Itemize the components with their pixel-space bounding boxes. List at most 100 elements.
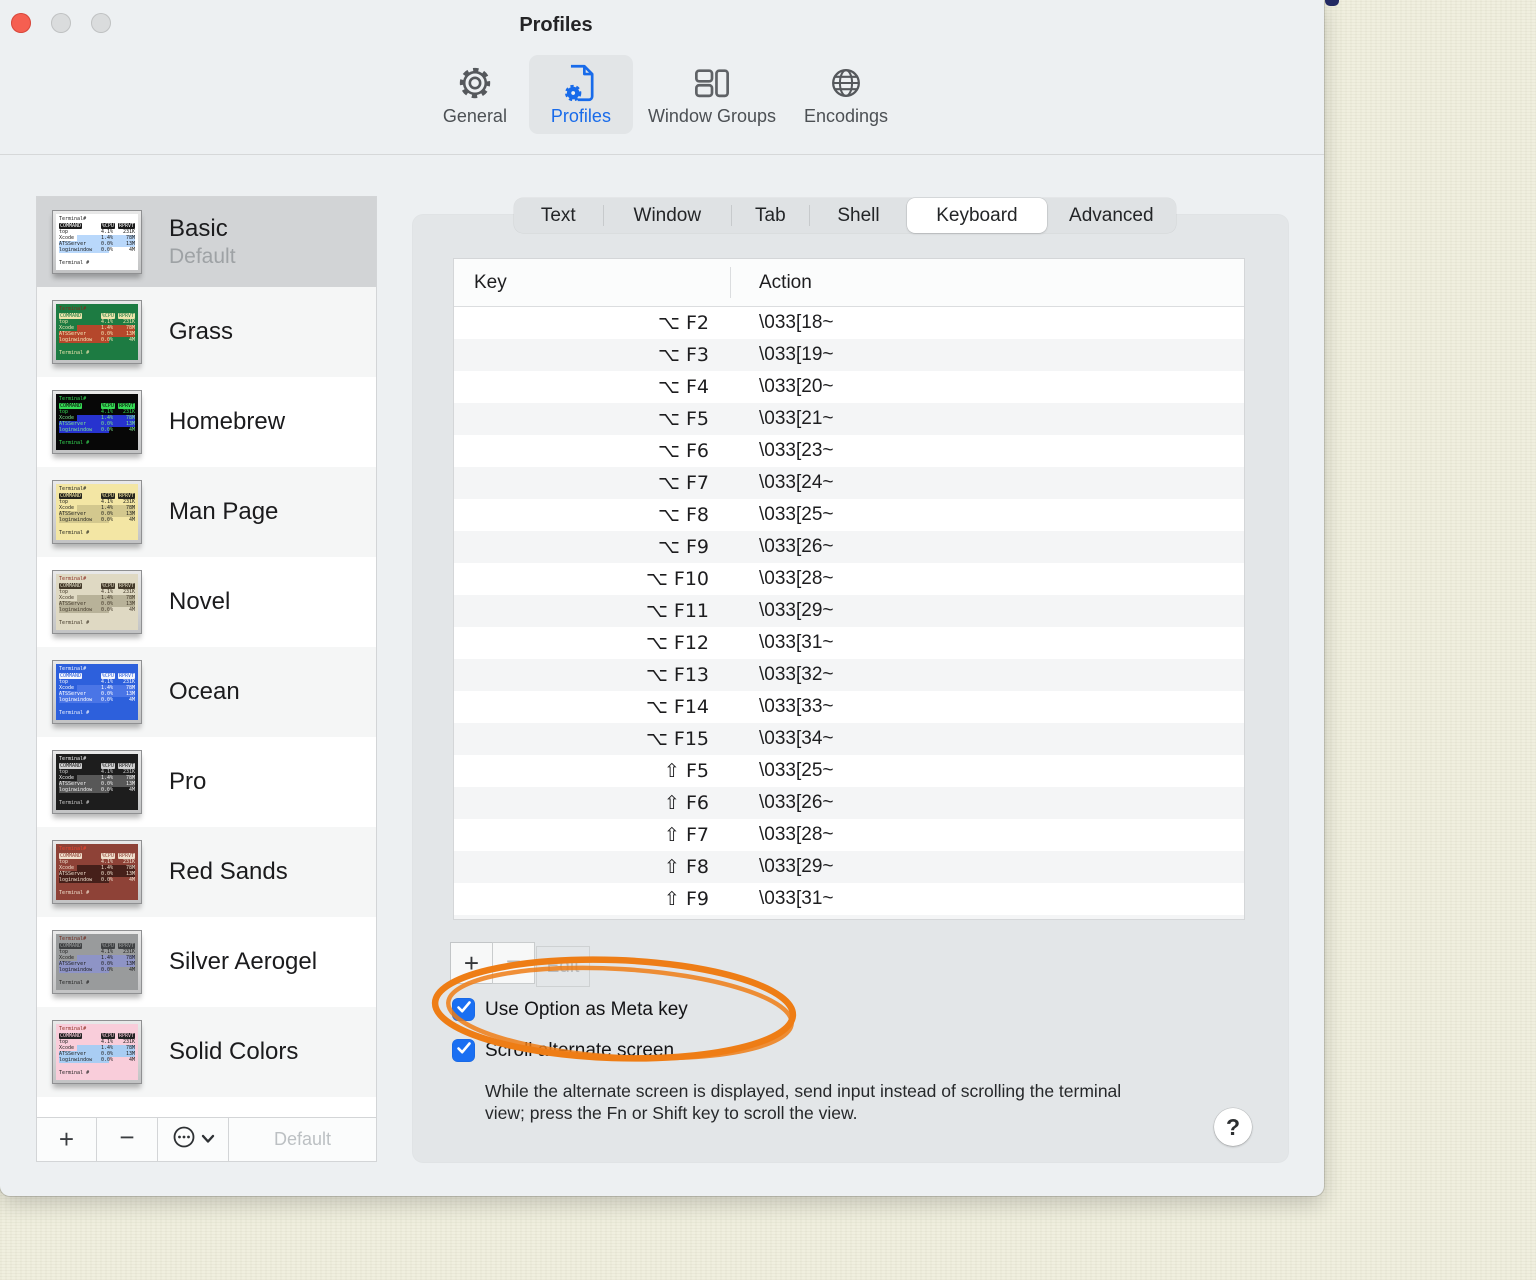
profile-document-icon <box>564 63 598 103</box>
profile-thumbnail: Terminal# COMMAND %CPU RPRVT top 4.1% 231K Xcod… <box>52 390 142 454</box>
profile-list: Terminal# COMMAND %CPU RPRVT top 4.1% 231K Xcod… <box>37 197 376 1117</box>
toolbar-item-profiles[interactable]: Profiles <box>528 55 633 134</box>
key-table-row[interactable]: ⌥ F5 \033[21~ <box>454 403 1244 435</box>
profile-name: Red Sands <box>169 858 288 885</box>
profile-row-ocean[interactable]: Terminal# COMMAND %CPU RPRVT top 4.1% 231K Xcod… <box>37 647 376 737</box>
column-header-action[interactable]: Action <box>759 272 812 294</box>
key-cell: ⇧ F8 <box>664 856 709 878</box>
profile-row-red-sands[interactable]: Terminal# COMMAND %CPU RPRVT top 4.1% 231K Xcod… <box>37 827 376 917</box>
action-cell: \033[18~ <box>759 312 834 333</box>
edit-key-button[interactable]: Edit <box>536 946 590 987</box>
key-table-row[interactable]: ⌥ F6 \033[23~ <box>454 435 1244 467</box>
gear-icon <box>457 63 493 103</box>
key-cell: ⌥ F14 <box>645 696 709 718</box>
key-cell: ⌥ F11 <box>645 600 709 622</box>
column-header-key[interactable]: Key <box>454 272 507 294</box>
checkbox-label: Use Option as Meta key <box>485 998 688 1020</box>
action-cell: \033[25~ <box>759 504 834 525</box>
globe-icon <box>828 63 864 103</box>
column-divider[interactable] <box>730 267 731 298</box>
tab-window[interactable]: Window <box>604 198 731 233</box>
keyboard-settings-panel: Key Action ⌥ F2 \033[18~ ⌥ F3 \033[19~ ⌥ F4 \… <box>413 215 1288 1162</box>
help-button[interactable]: ? <box>1214 1108 1252 1146</box>
profile-name: Solid Colors <box>169 1038 299 1065</box>
profile-name: Ocean <box>169 678 240 705</box>
profile-row-silver-aerogel[interactable]: Terminal# COMMAND %CPU RPRVT top 4.1% 231K Xcod… <box>37 917 376 1007</box>
remove-key-button[interactable]: − <box>492 942 535 984</box>
scroll-alternate-help-text: While the alternate screen is displayed,… <box>485 1081 1122 1123</box>
tab-keyboard[interactable]: Keyboard <box>907 198 1047 233</box>
key-table-row[interactable]: ⇧ F7 \033[28~ <box>454 819 1244 851</box>
profile-thumbnail: Terminal# COMMAND %CPU RPRVT top 4.1% 231K Xcod… <box>52 570 142 634</box>
tab-shell[interactable]: Shell <box>810 198 908 233</box>
key-table-row[interactable]: ⌥ F14 \033[33~ <box>454 691 1244 723</box>
profile-row-solid-colors[interactable]: Terminal# COMMAND %CPU RPRVT top 4.1% 231K Xcod… <box>37 1007 376 1097</box>
key-table-row[interactable]: ⇧ F9 \033[31~ <box>454 883 1244 915</box>
toolbar-item-window-groups[interactable]: Window Groups <box>635 55 789 134</box>
action-cell: \033[23~ <box>759 440 834 461</box>
key-table-row[interactable]: ⌥ F15 \033[34~ <box>454 723 1244 755</box>
action-cell: \033[24~ <box>759 472 834 493</box>
tab-text[interactable]: Text <box>514 198 603 233</box>
key-table-row[interactable]: ⌥ F8 \033[25~ <box>454 499 1244 531</box>
default-button[interactable]: Default <box>229 1118 376 1161</box>
key-table-row[interactable]: ⌥ F7 \033[24~ <box>454 467 1244 499</box>
profile-name: Pro <box>169 768 207 795</box>
key-table-row[interactable]: ⇧ F8 \033[29~ <box>454 851 1244 883</box>
add-profile-button[interactable]: + <box>37 1118 97 1161</box>
key-table-row[interactable]: ⌥ F9 \033[26~ <box>454 531 1244 563</box>
profile-thumbnail: Terminal# COMMAND %CPU RPRVT top 4.1% 231K Xcod… <box>52 930 142 994</box>
checkbox-scroll-alternate-screen[interactable]: Scroll alternate screen <box>452 1039 674 1062</box>
key-cell: ⌥ F3 <box>658 344 709 366</box>
profiles-sidebar: Terminal# COMMAND %CPU RPRVT top 4.1% 231K Xcod… <box>36 196 377 1162</box>
profile-row-homebrew[interactable]: Terminal# COMMAND %CPU RPRVT top 4.1% 231K Xcod… <box>37 377 376 467</box>
profile-thumbnail: Terminal# COMMAND %CPU RPRVT top 4.1% 231K Xcod… <box>52 660 142 724</box>
toolbar-item-encodings[interactable]: Encodings <box>791 55 901 134</box>
sidebar-footer-bar: + − Default <box>37 1117 376 1161</box>
profile-row-basic[interactable]: Terminal# COMMAND %CPU RPRVT top 4.1% 231K Xcod… <box>37 197 376 287</box>
checkbox-box[interactable] <box>452 1039 475 1062</box>
key-table-row[interactable]: ⇧ F6 \033[26~ <box>454 787 1244 819</box>
key-cell: ⌥ F15 <box>645 728 709 750</box>
checkbox-use-option-as-meta-key[interactable]: Use Option as Meta key <box>452 998 688 1021</box>
key-cell: ⌥ F2 <box>658 312 709 334</box>
profile-row-grass[interactable]: Terminal# COMMAND %CPU RPRVT top 4.1% 231K Xcod… <box>37 287 376 377</box>
window-title: Profiles <box>519 14 593 36</box>
key-cell: ⇧ F5 <box>664 760 709 782</box>
window-groups-icon <box>693 63 731 103</box>
key-table-row[interactable]: ⌥ F2 \033[18~ <box>454 307 1244 339</box>
add-key-button[interactable]: + <box>450 942 493 984</box>
key-mapping-table: Key Action ⌥ F2 \033[18~ ⌥ F3 \033[19~ ⌥ F4 \… <box>453 258 1245 920</box>
action-cell: \033[32~ <box>759 664 834 685</box>
key-cell: ⌥ F13 <box>645 664 709 686</box>
profile-name: Man Page <box>169 498 279 525</box>
toolbar-item-label: Profiles <box>550 106 611 126</box>
action-cell: \033[29~ <box>759 600 834 621</box>
desktop-background: { "window": { "title": "Profiles" }, "to… <box>0 0 1536 1280</box>
checkbox-box[interactable] <box>452 998 475 1021</box>
profile-name: Basic <box>169 215 228 242</box>
profile-row-novel[interactable]: Terminal# COMMAND %CPU RPRVT top 4.1% 231K Xcod… <box>37 557 376 647</box>
key-table-row[interactable]: ⌥ F10 \033[28~ <box>454 563 1244 595</box>
key-cell: ⌥ F7 <box>658 472 709 494</box>
profile-name: Grass <box>169 318 234 345</box>
action-cell: \033[21~ <box>759 408 834 429</box>
tab-advanced[interactable]: Advanced <box>1047 198 1176 233</box>
key-table-row[interactable]: ⇧ F5 \033[25~ <box>454 755 1244 787</box>
tab-tab[interactable]: Tab <box>732 198 809 233</box>
toolbar-item-general[interactable]: General <box>423 55 527 134</box>
key-cell: ⇧ F6 <box>664 792 709 814</box>
profile-row-man-page[interactable]: Terminal# COMMAND %CPU RPRVT top 4.1% 231K Xcod… <box>37 467 376 557</box>
action-cell: \033[31~ <box>759 632 834 653</box>
action-cell: \033[28~ <box>759 568 834 589</box>
profile-actions-menu-button[interactable] <box>158 1118 229 1161</box>
profile-name: Silver Aerogel <box>169 948 318 975</box>
key-table-row[interactable]: ⌥ F3 \033[19~ <box>454 339 1244 371</box>
profile-row-pro[interactable]: Terminal# COMMAND %CPU RPRVT top 4.1% 231K Xcod… <box>37 737 376 827</box>
remove-profile-button[interactable]: − <box>97 1118 158 1161</box>
key-table-row[interactable]: ⌥ F11 \033[29~ <box>454 595 1244 627</box>
key-table-row[interactable]: ⌥ F12 \033[31~ <box>454 627 1244 659</box>
check-icon <box>456 1000 472 1019</box>
key-table-row[interactable]: ⌥ F13 \033[32~ <box>454 659 1244 691</box>
key-table-row[interactable]: ⌥ F4 \033[20~ <box>454 371 1244 403</box>
